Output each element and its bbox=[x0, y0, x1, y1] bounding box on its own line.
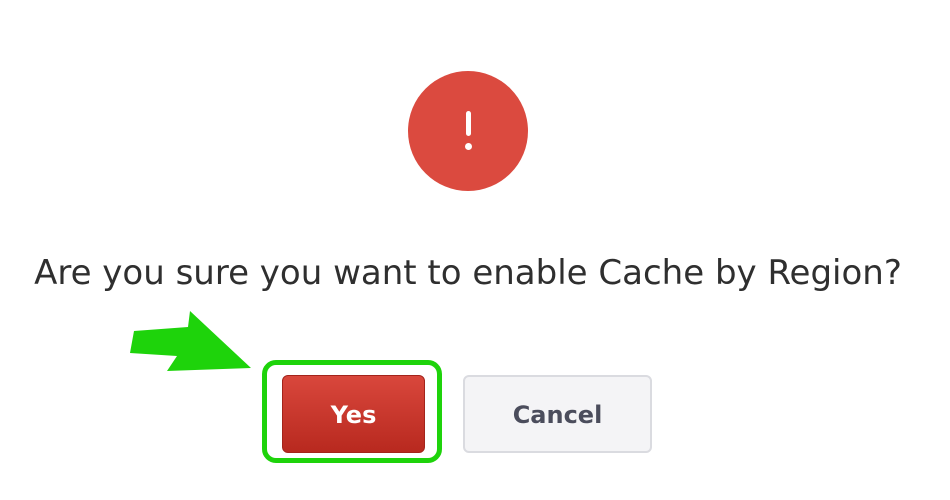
exclamation-icon bbox=[408, 71, 528, 191]
arrow-pointer-icon bbox=[130, 311, 251, 371]
confirm-dialog: Are you sure you want to enable Cache by… bbox=[0, 0, 950, 500]
exclamation-dot bbox=[465, 143, 472, 150]
cancel-button[interactable]: Cancel bbox=[463, 375, 652, 453]
exclamation-bar bbox=[466, 111, 471, 136]
yes-button[interactable]: Yes bbox=[282, 375, 425, 453]
dialog-message: Are you sure you want to enable Cache by… bbox=[34, 253, 902, 293]
